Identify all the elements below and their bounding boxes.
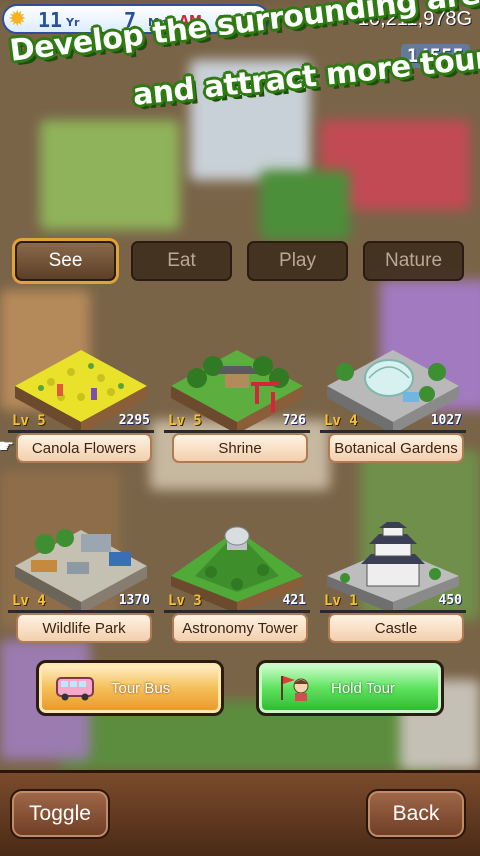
- level-row: Lv 4 1027: [320, 413, 466, 433]
- attraction-card-castle[interactable]: Lv 1 450 Castle: [318, 506, 468, 656]
- attraction-visitors: 1370: [118, 593, 150, 608]
- level-row: Lv 4 1370: [8, 593, 154, 613]
- attraction-visitors: 726: [282, 413, 306, 428]
- attraction-level: Lv 3: [168, 593, 202, 609]
- level-row: Lv 5 726: [164, 413, 310, 433]
- attraction-card-canola-flowers[interactable]: Lv 5 2295 ☛ Canola Flowers: [0, 326, 156, 476]
- sun-weather-icon: ✹: [8, 7, 27, 32]
- attraction-visitors: 1027: [430, 413, 462, 428]
- attraction-name[interactable]: Castle: [328, 613, 464, 643]
- attraction-card-shrine[interactable]: Lv 5 726 Shrine: [162, 326, 312, 476]
- attraction-card-wildlife-park[interactable]: Lv 4 1370 Wildlife Park: [6, 506, 156, 656]
- tour-bus-button[interactable]: Tour Bus: [36, 660, 224, 716]
- attraction-level: Lv 1: [324, 593, 358, 609]
- bus-icon: [56, 677, 94, 701]
- back-button[interactable]: Back: [366, 789, 466, 839]
- tab-see[interactable]: See: [15, 241, 116, 281]
- tour-bus-label: Tour Bus: [111, 679, 171, 697]
- tab-nature[interactable]: Nature: [363, 241, 464, 281]
- toggle-button[interactable]: Toggle: [10, 789, 110, 839]
- attraction-visitors: 2295: [118, 413, 150, 428]
- attraction-name[interactable]: Botanical Gardens: [328, 433, 464, 463]
- attraction-level: Lv 4: [324, 413, 358, 429]
- attraction-level: Lv 5: [168, 413, 202, 429]
- level-row: Lv 5 2295: [8, 413, 154, 433]
- tour-guide-flag-icon: [281, 676, 309, 701]
- attraction-card-botanical-gardens[interactable]: Lv 4 1027 Botanical Gardens: [318, 326, 468, 476]
- hand-pointer-icon: ☛: [0, 436, 15, 457]
- attraction-visitors: 450: [438, 593, 462, 608]
- tab-eat[interactable]: Eat: [131, 241, 232, 281]
- hold-tour-label: Hold Tour: [331, 679, 395, 697]
- tab-play[interactable]: Play: [247, 241, 348, 281]
- bottom-bar: Toggle Back: [0, 770, 480, 856]
- attraction-level: Lv 5: [12, 413, 46, 429]
- attraction-card-astronomy-tower[interactable]: Lv 3 421 Astronomy Tower: [162, 506, 312, 656]
- attraction-name[interactable]: Canola Flowers: [16, 433, 152, 463]
- attraction-visitors: 421: [282, 593, 306, 608]
- attraction-name[interactable]: Astronomy Tower: [172, 613, 308, 643]
- level-row: Lv 3 421: [164, 593, 310, 613]
- level-row: Lv 1 450: [320, 593, 466, 613]
- attraction-level: Lv 4: [12, 593, 46, 609]
- attraction-name[interactable]: Wildlife Park: [16, 613, 152, 643]
- hold-tour-button[interactable]: Hold Tour: [256, 660, 444, 716]
- attraction-name[interactable]: Shrine: [172, 433, 308, 463]
